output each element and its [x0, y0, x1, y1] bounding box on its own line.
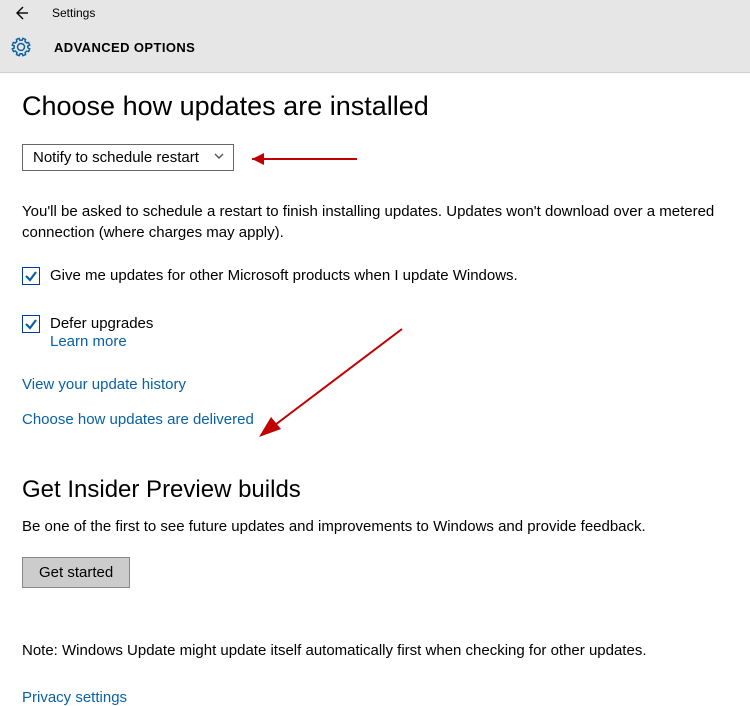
check-icon — [24, 317, 38, 331]
content-area: Choose how updates are installed Notify … — [0, 73, 750, 706]
dropdown-value: Notify to schedule restart — [33, 149, 199, 166]
update-note: Note: Windows Update might update itself… — [22, 642, 728, 659]
annotation-arrow-icon — [232, 148, 362, 170]
get-started-button[interactable]: Get started — [22, 557, 130, 588]
back-button[interactable] — [12, 4, 30, 22]
insider-heading: Get Insider Preview builds — [22, 476, 728, 504]
page-title: ADVANCED OPTIONS — [54, 40, 195, 55]
gear-icon — [8, 36, 34, 58]
install-mode-dropdown[interactable]: Notify to schedule restart — [22, 144, 234, 171]
window-title: Settings — [52, 6, 95, 20]
title-bar: Settings — [0, 0, 750, 26]
checkbox-other-products-label: Give me updates for other Microsoft prod… — [50, 267, 518, 284]
checkbox-defer-upgrades-label: Defer upgrades — [50, 315, 153, 332]
arrow-left-icon — [13, 5, 29, 21]
insider-description: Be one of the first to see future update… — [22, 518, 728, 535]
annotation-arrow-icon — [247, 321, 417, 441]
chevron-down-icon — [213, 149, 225, 166]
check-icon — [24, 269, 38, 283]
checkbox-defer-upgrades[interactable] — [22, 315, 40, 333]
breadcrumb: ADVANCED OPTIONS — [0, 26, 750, 64]
install-mode-description: You'll be asked to schedule a restart to… — [22, 201, 728, 243]
privacy-settings-link[interactable]: Privacy settings — [22, 689, 728, 706]
settings-header: Settings ADVANCED OPTIONS — [0, 0, 750, 73]
checkbox-other-products[interactable] — [22, 267, 40, 285]
updates-heading: Choose how updates are installed — [22, 91, 728, 122]
